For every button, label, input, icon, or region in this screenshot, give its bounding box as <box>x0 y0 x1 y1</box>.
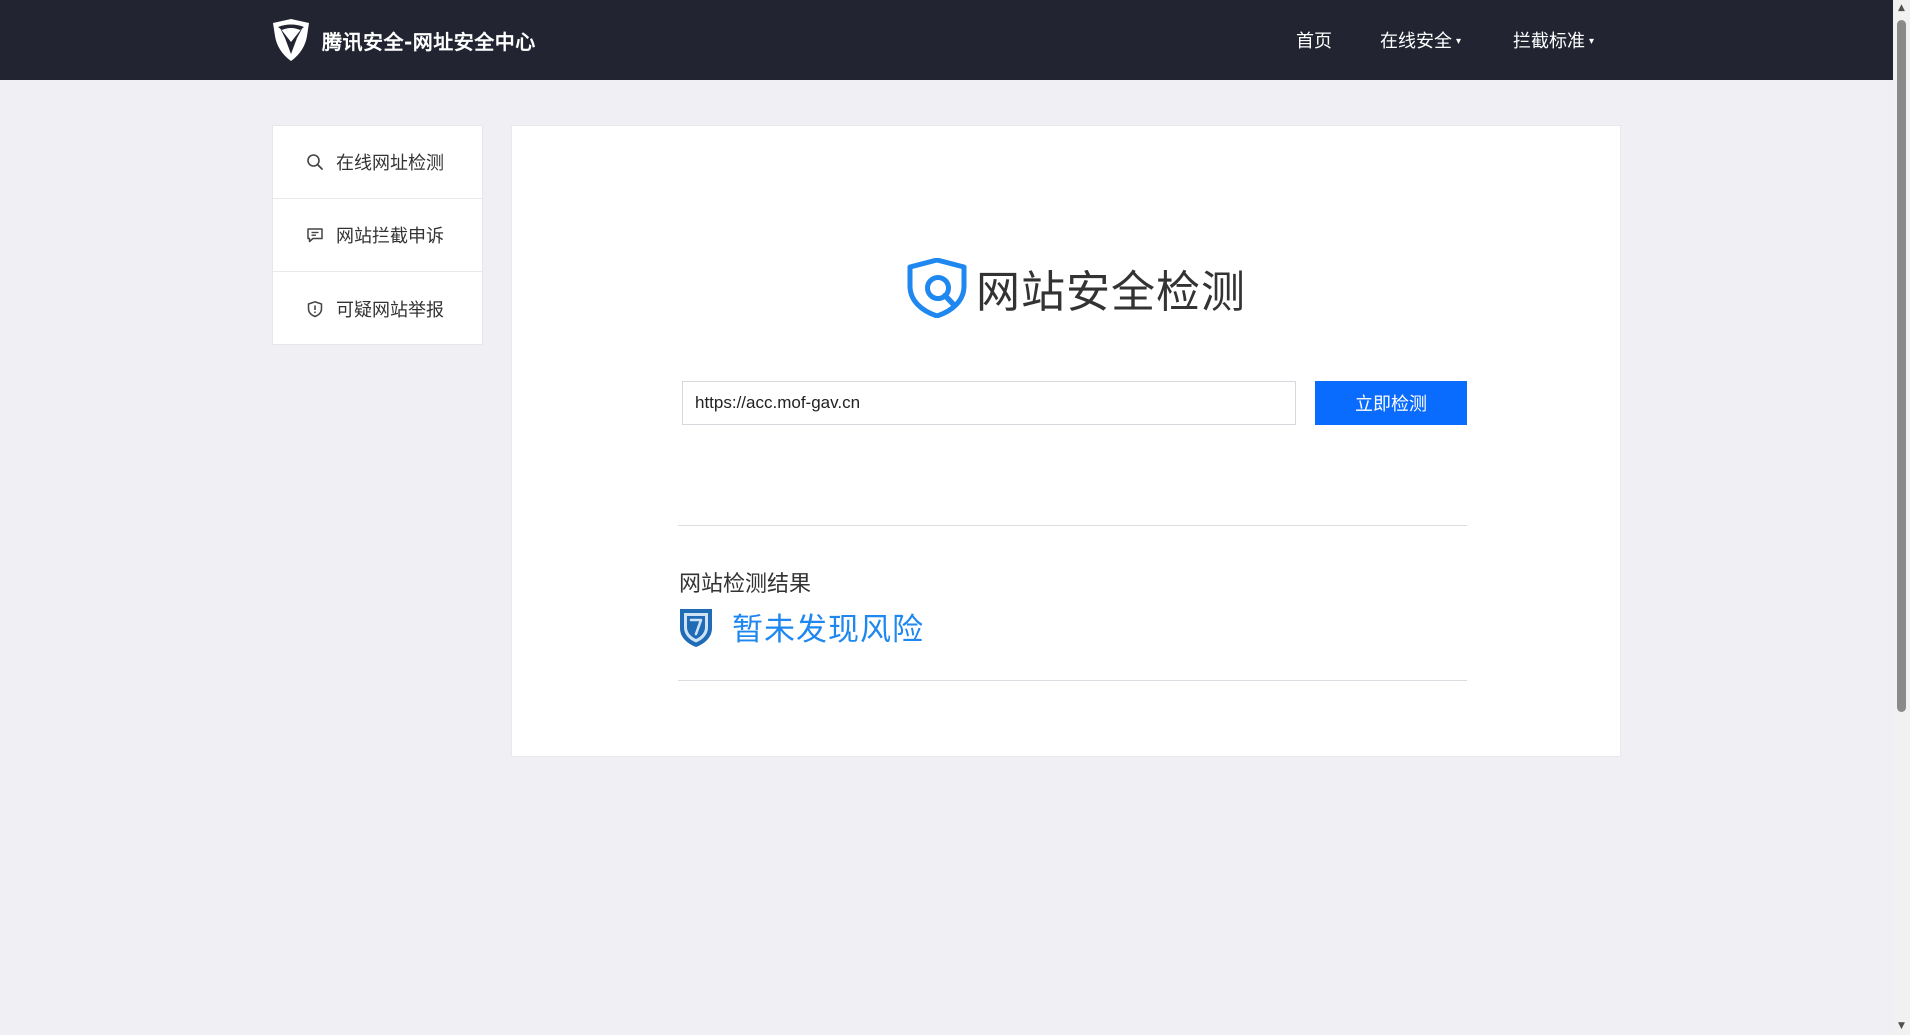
sidebar-item-label: 可疑网站举报 <box>336 299 444 321</box>
result-text: 暂未发现风险 <box>732 612 924 648</box>
scroll-down-arrow-icon[interactable]: ▼ <box>1893 1018 1910 1035</box>
nav-block-standard-label: 拦截标准 <box>1513 31 1585 52</box>
hero-heading: 网站安全检测 <box>906 256 1246 320</box>
nav-block-standard[interactable]: 拦截标准 ▾ <box>1513 0 1594 80</box>
sidebar-item-label: 网站拦截申诉 <box>336 226 444 247</box>
sidebar-item-appeal[interactable]: 网站拦截申诉 <box>273 199 482 272</box>
page-title: 网站安全检测 <box>976 267 1246 318</box>
message-icon <box>307 228 323 243</box>
search-icon <box>307 154 323 170</box>
scroll-thumb[interactable] <box>1897 20 1906 712</box>
sidebar: 在线网址检测 网站拦截申诉 可疑网站举报 <box>272 125 483 345</box>
result-status: 暂未发现风险 <box>678 604 924 649</box>
security-check-logo-icon <box>907 258 967 318</box>
scroll-up-arrow-icon[interactable]: ▲ <box>1893 0 1910 17</box>
url-input[interactable] <box>682 381 1296 425</box>
tencent-security-logo-icon <box>273 19 309 61</box>
divider <box>678 680 1467 681</box>
nav-online-security[interactable]: 在线安全 ▾ <box>1380 0 1461 80</box>
page-scrollbar[interactable]: ▲ ▼ <box>1893 0 1910 1035</box>
brand-title: 腾讯安全-网址安全中心 <box>322 29 536 54</box>
nav-home-label: 首页 <box>1296 31 1332 52</box>
top-navbar: 腾讯安全-网址安全中心 首页 在线安全 ▾ 拦截标准 ▾ <box>0 0 1893 80</box>
shield-safe-icon <box>680 608 712 647</box>
sidebar-item-url-check[interactable]: 在线网址检测 <box>273 126 482 199</box>
check-now-button[interactable]: 立即检测 <box>1315 381 1467 425</box>
nav-online-security-label: 在线安全 <box>1380 31 1452 52</box>
sidebar-item-report[interactable]: 可疑网站举报 <box>273 272 482 345</box>
caret-down-icon: ▾ <box>1456 35 1462 47</box>
caret-down-icon: ▾ <box>1589 35 1595 47</box>
divider <box>678 525 1467 526</box>
brand[interactable]: 腾讯安全-网址安全中心 <box>270 18 536 62</box>
result-label: 网站检测结果 <box>679 572 812 597</box>
nav-home[interactable]: 首页 <box>1296 0 1332 80</box>
sidebar-item-label: 在线网址检测 <box>336 153 444 174</box>
shield-icon <box>307 300 323 317</box>
main-card: 网站安全检测 立即检测 网站检测结果 暂未发现风险 <box>511 125 1621 757</box>
